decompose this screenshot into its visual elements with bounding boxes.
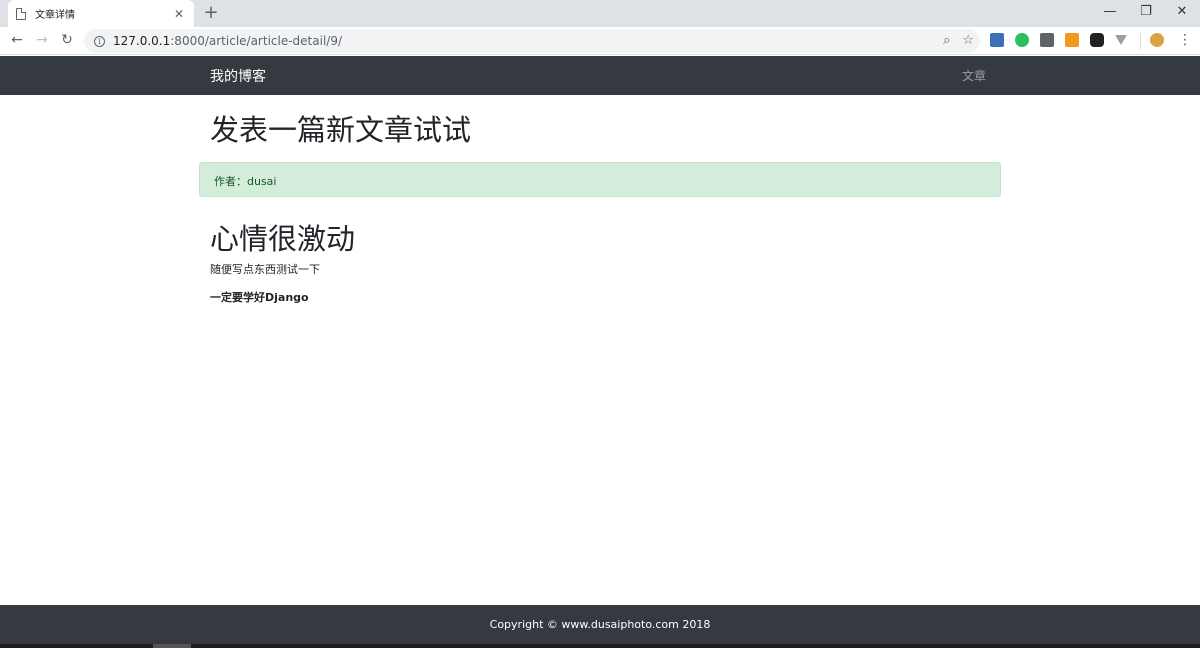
new-tab-icon[interactable]: + bbox=[202, 3, 220, 23]
site-footer: Copyright © www.dusaiphoto.com 2018 bbox=[0, 605, 1200, 644]
article-body-paragraph: 随便写点东西测试一下 bbox=[210, 263, 320, 276]
browser-toolbar: ← → ↻ i 127.0.0.1 :8000/article/article-… bbox=[0, 27, 1200, 55]
document-icon bbox=[16, 7, 26, 20]
url-path: :8000/article/article-detail/9/ bbox=[170, 34, 342, 48]
profile-avatar-icon[interactable] bbox=[1150, 33, 1164, 47]
address-bar[interactable]: i 127.0.0.1 :8000/article/article-detail… bbox=[84, 29, 980, 53]
tab-strip: 文章详情 ✕ + — ❐ ✕ bbox=[0, 0, 1200, 27]
article-body-heading: 心情很激动 bbox=[210, 222, 356, 256]
zoom-icon[interactable]: ⌕ bbox=[943, 32, 950, 50]
url-host: 127.0.0.1 bbox=[113, 34, 171, 48]
taskbar-active-item[interactable] bbox=[153, 644, 191, 648]
browser-menu-icon[interactable]: ⋮ bbox=[1178, 31, 1192, 49]
author-alert: 作者：dusai bbox=[199, 162, 1001, 197]
mail-icon[interactable] bbox=[1040, 33, 1054, 47]
nav-link-articles[interactable]: 文章 bbox=[962, 67, 986, 84]
footer-copyright: Copyright © www.dusaiphoto.com 2018 bbox=[489, 618, 711, 631]
author-line: 作者：dusai bbox=[214, 175, 277, 188]
forward-icon[interactable]: → bbox=[32, 31, 52, 49]
tab-article-detail[interactable]: 文章详情 ✕ bbox=[8, 0, 194, 27]
site-navbar: 我的博客 文章 bbox=[0, 56, 1200, 95]
bookmark-ext-icon[interactable] bbox=[990, 33, 1004, 47]
back-icon[interactable]: ← bbox=[7, 31, 27, 49]
tab-close-icon[interactable]: ✕ bbox=[172, 7, 186, 21]
restore-icon[interactable]: ❐ bbox=[1136, 4, 1156, 20]
reload-icon[interactable]: ↻ bbox=[57, 31, 77, 49]
rss-icon[interactable] bbox=[1065, 33, 1079, 47]
tab-title: 文章详情 bbox=[35, 10, 75, 21]
navbar-brand[interactable]: 我的博客 bbox=[210, 66, 266, 86]
toolbar-divider bbox=[1140, 33, 1141, 49]
tampermonkey-icon[interactable] bbox=[1090, 33, 1104, 47]
vue-devtools-icon[interactable] bbox=[1115, 35, 1127, 45]
bookmark-star-icon[interactable]: ☆ bbox=[962, 32, 974, 50]
evernote-icon[interactable] bbox=[1015, 33, 1029, 47]
minimize-icon[interactable]: — bbox=[1100, 4, 1120, 20]
info-icon[interactable]: i bbox=[94, 35, 105, 47]
article-title: 发表一篇新文章试试 bbox=[210, 113, 472, 147]
article-body-strong: 一定要学好Django bbox=[210, 291, 309, 304]
window-close-icon[interactable]: ✕ bbox=[1172, 4, 1192, 20]
